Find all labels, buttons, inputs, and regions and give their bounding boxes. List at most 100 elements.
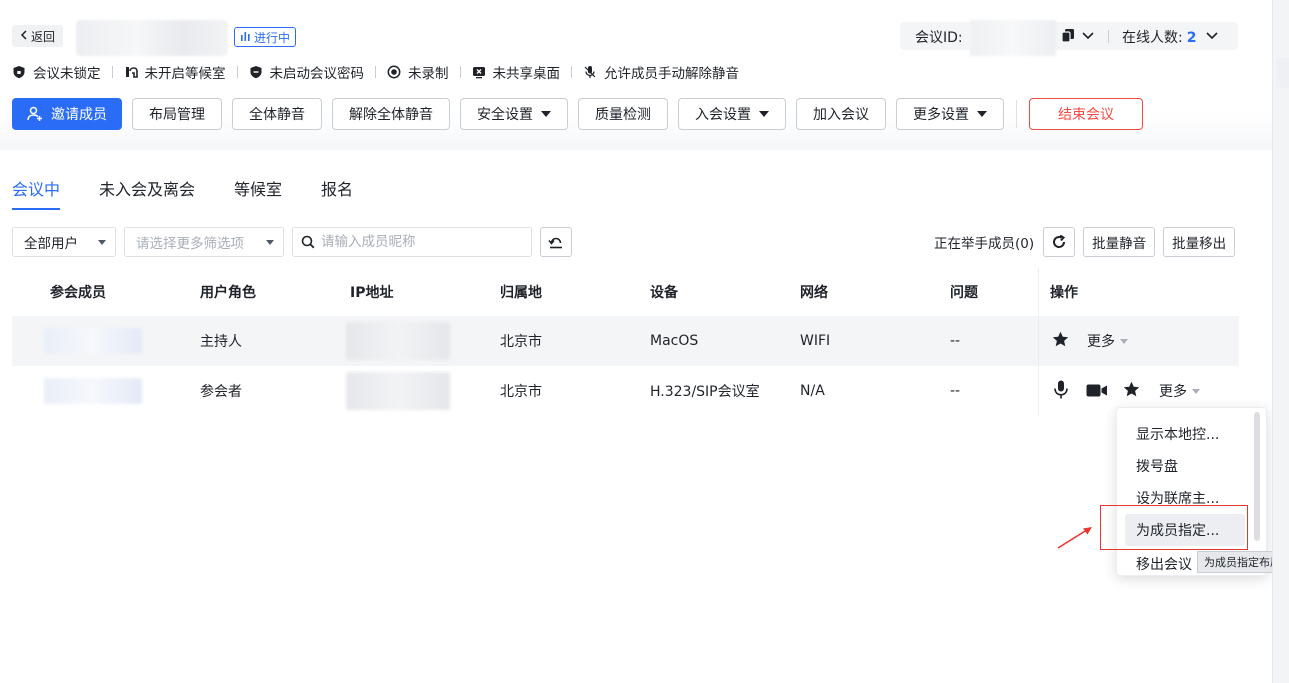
copy-icon[interactable] xyxy=(1061,29,1074,43)
meeting-id-redacted xyxy=(970,20,1056,56)
status-self-unmute-label: 允许成员手动解除静音 xyxy=(604,66,739,82)
ip-redacted xyxy=(346,372,450,410)
status-record: 未录制 xyxy=(387,62,449,82)
reset-filters-button[interactable] xyxy=(540,227,572,257)
user-type-value: 全部用户 xyxy=(24,236,78,252)
more-filters-select[interactable]: 请选择更多筛选项 xyxy=(124,227,284,257)
batch-mute-label: 批量静音 xyxy=(1092,236,1147,252)
status-lock-label: 会议未锁定 xyxy=(33,66,101,82)
caret-down-icon xyxy=(541,111,551,117)
online-label: 在线人数: xyxy=(1122,30,1183,46)
tab-waiting-room[interactable]: 等候室 xyxy=(234,176,282,210)
meeting-status-bar: 会议未锁定 未开启等候室 未启动会议密码 未录制 未共享桌面 允许成员手动解除静… xyxy=(12,62,739,82)
participant-table: 参会成员 用户角色 IP地址 归属地 设备 网络 问题 操作 主持人 北京市 M… xyxy=(12,268,1239,416)
join-settings-button[interactable]: 入会设置 xyxy=(678,98,786,130)
search-input[interactable] xyxy=(321,234,521,250)
batch-actions: 正在举手成员(0) 批量静音 批量移出 xyxy=(934,227,1236,257)
divider xyxy=(459,66,461,78)
user-type-select[interactable]: 全部用户 xyxy=(12,227,116,257)
end-meeting-button[interactable]: 结束会议 xyxy=(1029,98,1143,130)
refresh-button[interactable] xyxy=(1043,227,1076,257)
security-label: 安全设置 xyxy=(477,107,533,123)
layout-management-button[interactable]: 布局管理 xyxy=(132,98,222,130)
table-row[interactable]: 参会者 北京市 H.323/SIP会议室 N/A -- 更多 xyxy=(12,366,1239,416)
camera-icon[interactable] xyxy=(1086,384,1108,401)
role-cell: 参会者 xyxy=(200,384,242,400)
toolbar-divider xyxy=(1016,100,1017,128)
more-filters-placeholder: 请选择更多筛选项 xyxy=(136,236,244,252)
join-meeting-button[interactable]: 加入会议 xyxy=(796,98,886,130)
table-row[interactable]: 主持人 北京市 MacOS WIFI -- 更多 xyxy=(12,316,1239,366)
microphone-icon[interactable] xyxy=(1054,380,1068,404)
star-icon[interactable] xyxy=(1123,381,1140,402)
status-waiting-label: 未开启等候室 xyxy=(144,66,226,82)
tab-registration[interactable]: 报名 xyxy=(321,176,353,210)
status-tag: 进行中 xyxy=(234,27,297,47)
tab-not-joined-left[interactable]: 未入会及离会 xyxy=(99,176,195,210)
member-name-redacted[interactable] xyxy=(44,378,142,404)
more-label: 更多 xyxy=(1159,384,1187,400)
more-actions-dropdown[interactable]: 更多 xyxy=(1159,381,1200,401)
more-actions-dropdown[interactable]: 更多 xyxy=(1087,331,1128,351)
add-user-icon xyxy=(27,106,42,121)
status-self-unmute: 允许成员手动解除静音 xyxy=(583,62,739,82)
mute-all-label: 全体静音 xyxy=(249,107,305,123)
star-icon[interactable] xyxy=(1052,331,1069,352)
issue-cell: -- xyxy=(950,333,961,349)
status-lock: 会议未锁定 xyxy=(12,62,101,82)
col-location: 归属地 xyxy=(500,285,542,301)
meeting-console: 返回 进行中 会议ID: 在线人数: 2 会议未锁定 未开启等候室 未启动会议密… xyxy=(0,0,1288,683)
meeting-id-label: 会议ID: xyxy=(915,30,963,46)
divider xyxy=(375,66,376,78)
meeting-toolbar: 邀请成员 布局管理 全体静音 解除全体静音 安全设置 质量检测 入会设置 加入会… xyxy=(12,98,1153,130)
status-share-label: 未共享桌面 xyxy=(492,66,561,82)
batch-mute-button[interactable]: 批量静音 xyxy=(1083,227,1156,257)
more-settings-button[interactable]: 更多设置 xyxy=(896,98,1004,130)
security-settings-button[interactable]: 安全设置 xyxy=(460,98,568,130)
batch-remove-button[interactable]: 批量移出 xyxy=(1163,227,1236,257)
member-name-redacted[interactable] xyxy=(44,328,142,354)
col-issue: 问题 xyxy=(950,285,978,301)
caret-down-icon xyxy=(98,239,106,245)
quality-label: 质量检测 xyxy=(595,107,651,123)
status-password-label: 未启动会议密码 xyxy=(269,66,365,82)
meeting-info-bar: 会议ID: 在线人数: 2 xyxy=(900,20,1238,56)
menu-scrollbar[interactable] xyxy=(1254,412,1260,541)
record-icon xyxy=(387,65,401,79)
highlight-annotation-box xyxy=(1100,505,1248,550)
search-icon xyxy=(301,235,315,249)
quality-check-button[interactable]: 质量检测 xyxy=(578,98,668,130)
chevron-left-icon xyxy=(20,29,28,43)
filter-bar: 全部用户 请选择更多筛选项 xyxy=(12,227,572,257)
menu-item-show-local-control[interactable]: 显示本地控... xyxy=(1125,418,1245,450)
side-rail xyxy=(1272,0,1289,683)
invite-label: 邀请成员 xyxy=(51,107,107,123)
device-cell: MacOS xyxy=(650,333,699,349)
invite-members-button[interactable]: 邀请成员 xyxy=(12,98,122,130)
microphone-icon xyxy=(584,66,596,78)
side-rail-tab[interactable] xyxy=(1276,58,1289,88)
issue-cell: -- xyxy=(950,383,961,399)
location-cell: 北京市 xyxy=(500,384,542,400)
back-button[interactable]: 返回 xyxy=(12,25,64,47)
col-ip: IP地址 xyxy=(350,285,394,301)
end-meeting-label: 结束会议 xyxy=(1058,107,1114,123)
status-password: 未启动会议密码 xyxy=(249,62,365,82)
batch-remove-label: 批量移出 xyxy=(1172,236,1227,252)
divider xyxy=(236,66,238,78)
col-role: 用户角色 xyxy=(200,285,256,301)
mute-all-button[interactable]: 全体静音 xyxy=(232,98,322,130)
chevron-down-icon[interactable] xyxy=(1082,28,1094,45)
caret-down-icon xyxy=(977,111,987,117)
bar-chart-icon xyxy=(240,30,251,44)
unmute-all-button[interactable]: 解除全体静音 xyxy=(332,98,450,130)
tab-in-meeting[interactable]: 会议中 xyxy=(12,176,61,210)
join-settings-label: 入会设置 xyxy=(695,107,751,123)
online-chevron-down-icon[interactable] xyxy=(1206,28,1218,45)
layout-label: 布局管理 xyxy=(149,107,205,123)
network-cell: WIFI xyxy=(800,333,831,349)
divider xyxy=(571,66,572,78)
menu-item-dial-pad[interactable]: 拨号盘 xyxy=(1125,450,1245,482)
more-settings-label: 更多设置 xyxy=(913,107,969,123)
participant-tabs: 会议中 未入会及离会 等候室 报名 xyxy=(12,176,392,210)
